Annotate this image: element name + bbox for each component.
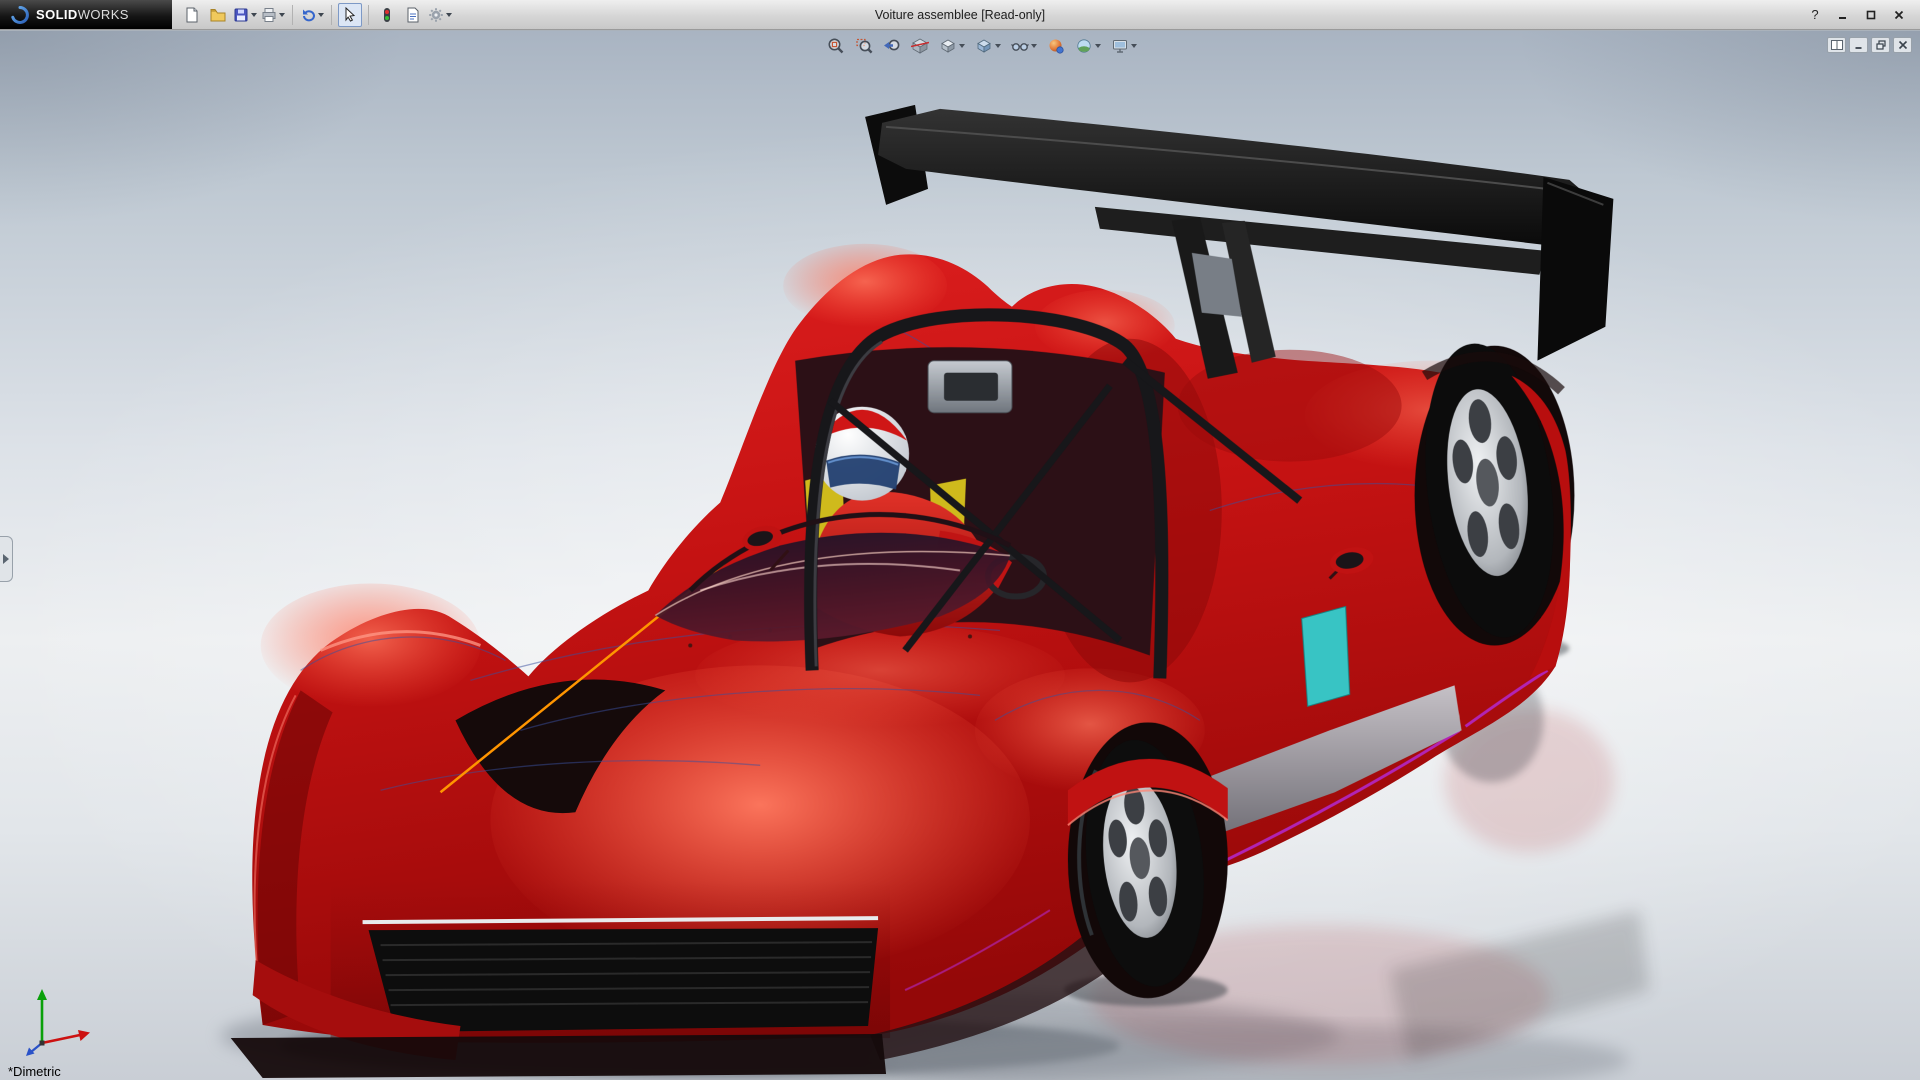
file-properties-icon [407, 7, 419, 22]
section-view-button[interactable] [908, 35, 932, 57]
side-window-teal [1301, 605, 1351, 708]
hide-show-items-button[interactable] [1008, 35, 1040, 57]
file-properties-button[interactable] [401, 3, 425, 27]
window-controls: ? [1802, 0, 1920, 29]
graphics-scene[interactable] [0, 31, 1920, 1080]
view-settings-dropdown-arrow-icon[interactable] [1131, 44, 1137, 48]
undo-icon [303, 9, 315, 21]
hide-show-glasses-icon [1011, 43, 1029, 51]
apply-scene-button[interactable] [1072, 35, 1104, 57]
dassault-3ds-logo-icon [11, 5, 29, 24]
undo-dropdown-arrow-icon[interactable] [318, 12, 324, 17]
toolbar-separator [331, 4, 332, 25]
open-button[interactable] [206, 3, 230, 27]
print-icon [262, 7, 276, 22]
display-style-button[interactable] [972, 35, 1004, 57]
triad-origin [39, 1040, 45, 1046]
solidworks-logo: SOLIDWORKS [0, 0, 172, 29]
display-style-icon [977, 39, 991, 53]
options-dropdown-arrow-icon[interactable] [446, 12, 452, 17]
restore-document-button[interactable] [1871, 37, 1890, 53]
close-document-icon [1898, 40, 1907, 50]
document-title: Voiture assemblee [Read-only] [874, 8, 1046, 22]
minimize-button[interactable] [1830, 5, 1856, 25]
triad-x-arrowhead [78, 1030, 90, 1041]
rebuild-button[interactable] [375, 3, 399, 27]
edit-appearance-button[interactable] [1044, 35, 1068, 57]
apply-scene-dropdown-arrow-icon[interactable] [1095, 44, 1101, 48]
minimize-document-button[interactable] [1849, 37, 1868, 53]
edit-appearance-sphere-icon [1049, 39, 1064, 54]
toolbar-separator [368, 4, 369, 25]
minimize-icon [1839, 16, 1846, 19]
zoom-to-area-button[interactable] [852, 35, 876, 57]
featuremanager-collapsed-tab[interactable] [0, 536, 13, 582]
apply-scene-icon [1077, 39, 1091, 53]
reference-triad[interactable] [22, 981, 102, 1066]
triad-y-arrowhead [37, 989, 47, 1000]
solidworks-window: SOLIDWORKS Voiture assemblee [Read-only]… [0, 0, 1920, 1080]
options-button[interactable] [427, 3, 453, 27]
save-icon [234, 8, 248, 21]
document-window-controls [1827, 37, 1912, 53]
print-dropdown-arrow-icon[interactable] [279, 12, 285, 17]
new-document-icon [186, 7, 198, 22]
select-cursor-icon [345, 6, 356, 22]
front-right-wheel [1067, 722, 1229, 999]
print-button[interactable] [260, 3, 286, 27]
maximize-button[interactable] [1858, 5, 1884, 25]
new-document-button[interactable] [180, 3, 204, 27]
view-orientation-button[interactable] [936, 35, 968, 57]
close-button[interactable] [1886, 5, 1912, 25]
hide-show-dropdown-arrow-icon[interactable] [1031, 44, 1037, 48]
previous-view-icon [884, 39, 900, 51]
toolbar-separator [292, 4, 293, 25]
open-folder-icon [210, 8, 226, 21]
section-view-icon [911, 38, 929, 54]
zoom-to-fit-button[interactable] [824, 35, 848, 57]
restore-document-icon [1875, 40, 1886, 50]
undo-button[interactable] [299, 3, 325, 27]
options-gear-icon [429, 7, 443, 22]
close-icon [1894, 10, 1904, 19]
expand-panel-arrow-icon [3, 554, 9, 564]
maximize-icon [1866, 10, 1876, 19]
save-dropdown-arrow-icon[interactable] [251, 12, 257, 17]
titlebar: SOLIDWORKS Voiture assemblee [Read-only]… [0, 0, 1920, 30]
view-orientation-label: *Dimetric [8, 1064, 61, 1079]
display-pane-button[interactable] [1827, 37, 1846, 53]
front-splitter [230, 1034, 887, 1079]
help-button[interactable]: ? [1802, 5, 1828, 25]
save-button[interactable] [232, 3, 258, 27]
graphics-area[interactable]: *Dimetric [0, 30, 1920, 1080]
view-orientation-dropdown-arrow-icon[interactable] [959, 44, 965, 48]
triad-x-axis[interactable] [41, 1033, 81, 1045]
brand-name: SOLIDWORKS [36, 6, 129, 22]
zoom-to-fit-icon [828, 38, 844, 54]
close-document-button[interactable] [1893, 37, 1912, 53]
minimize-document-icon [1855, 47, 1861, 49]
view-settings-button[interactable] [1108, 35, 1140, 57]
view-orientation-cube-icon [941, 39, 955, 53]
rebuild-traffic-light-icon [384, 7, 390, 22]
select-button[interactable] [338, 2, 362, 27]
previous-view-button[interactable] [880, 35, 904, 57]
zoom-to-area-icon [856, 38, 873, 54]
display-pane-icon [1830, 40, 1843, 50]
display-style-dropdown-arrow-icon[interactable] [995, 44, 1001, 48]
help-glyph: ? [1811, 7, 1819, 22]
view-settings-icon [1113, 40, 1127, 53]
heads-up-view-toolbar [824, 35, 1140, 57]
titlebar-toolbar [172, 0, 461, 29]
